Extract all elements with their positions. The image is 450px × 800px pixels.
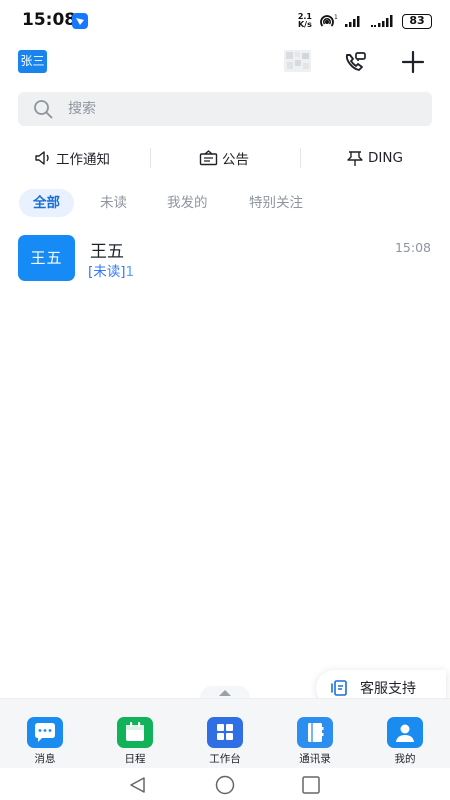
nav-contacts-label: 通讯录	[299, 753, 331, 765]
speaker-icon	[35, 151, 49, 165]
nav-me-label: 我的	[394, 753, 416, 765]
tab-all[interactable]: 全部	[19, 189, 74, 217]
nav-contacts[interactable]: 通讯录	[285, 717, 345, 766]
nav-me[interactable]: 我的	[375, 717, 435, 766]
hotspot-icon: 1	[320, 14, 338, 27]
app-header: 张三	[0, 42, 450, 84]
divider	[300, 148, 301, 168]
status-time: 15:08	[22, 10, 77, 30]
tab-unread[interactable]: 未读	[100, 189, 127, 217]
divider	[150, 148, 151, 168]
status-bar: 15:08 2.1 K/s 1 83	[0, 0, 450, 42]
app-notification-icon	[72, 13, 88, 29]
phone-icon[interactable]	[342, 49, 368, 75]
ding-label: DING	[368, 150, 403, 166]
signal-icon-2	[371, 15, 393, 27]
conversation-avatar: 王五	[18, 235, 75, 281]
search-input[interactable]	[68, 92, 408, 126]
work-notice-shortcut[interactable]: 工作通知	[34, 140, 110, 176]
home-icon[interactable]	[213, 775, 237, 795]
network-speed: 2.1 K/s	[297, 12, 312, 29]
chat-icon	[27, 717, 63, 748]
customer-service-label: 客服支持	[360, 681, 416, 697]
search-icon	[34, 100, 53, 119]
unread-tag: [未读]	[88, 264, 126, 280]
person-icon	[387, 717, 423, 748]
calendar-icon	[117, 717, 153, 748]
bottom-nav: 消息 日程 工作台 通讯录 我的	[0, 698, 450, 768]
preview-text: 1	[125, 264, 135, 280]
nav-workbench[interactable]: 工作台	[195, 717, 255, 766]
shortcut-row: 工作通知 公告 DING	[0, 140, 450, 176]
filter-tabs: 全部 未读 我发的 特别关注	[0, 189, 450, 217]
qr-blur-icon[interactable]	[284, 50, 311, 72]
system-navigation	[0, 768, 450, 800]
chevron-up-icon	[219, 690, 231, 696]
back-icon[interactable]	[128, 776, 148, 794]
nav-calendar-label: 日程	[124, 753, 146, 765]
nav-workbench-label: 工作台	[209, 753, 241, 765]
grid-icon	[207, 717, 243, 748]
status-right: 2.1 K/s 1 83	[298, 12, 432, 30]
conversation-item[interactable]: 王五 王五 [未读]1 15:08	[0, 230, 450, 286]
tab-sent-by-me[interactable]: 我发的	[167, 189, 208, 217]
work-notice-label: 工作通知	[56, 152, 110, 168]
messages-page: 15:08 2.1 K/s 1 83 张三 搜索 工作通知 公告 DING 全部…	[0, 0, 450, 800]
search-bar[interactable]	[18, 92, 432, 126]
plus-icon[interactable]	[399, 48, 427, 76]
signal-icon-1	[345, 16, 360, 27]
announcement-icon	[199, 150, 218, 166]
conversation-time: 15:08	[394, 240, 431, 255]
nav-messages[interactable]: 消息	[15, 717, 75, 766]
recent-apps-icon[interactable]	[301, 776, 321, 794]
ding-shortcut[interactable]: DING	[346, 140, 403, 176]
customer-service-icon	[331, 680, 347, 696]
nav-calendar[interactable]: 日程	[105, 717, 165, 766]
nav-messages-label: 消息	[34, 753, 56, 765]
svg-text:1: 1	[334, 14, 338, 21]
battery-level: 83	[402, 13, 432, 29]
announcement-shortcut[interactable]: 公告	[199, 140, 249, 176]
conversation-preview: [未读]1	[88, 260, 134, 280]
contacts-icon	[297, 717, 333, 748]
my-avatar[interactable]: 张三	[18, 50, 47, 73]
conversation-name: 王五	[90, 242, 124, 262]
pin-icon	[347, 150, 363, 166]
announcement-label: 公告	[222, 152, 249, 168]
tab-special-follow[interactable]: 特别关注	[249, 189, 303, 217]
